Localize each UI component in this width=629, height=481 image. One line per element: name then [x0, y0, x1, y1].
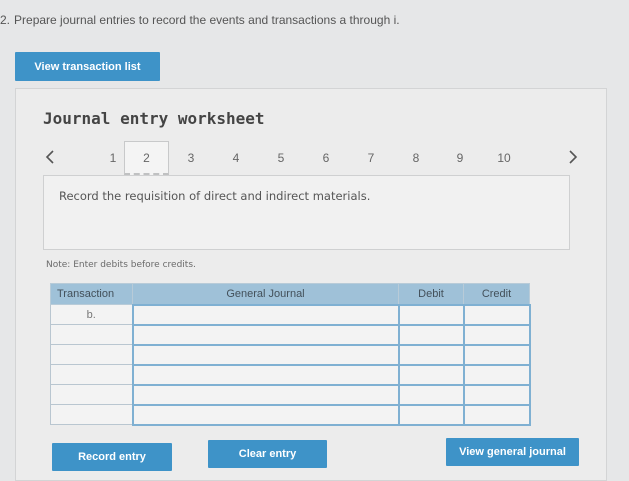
question-prompt: 2. Prepare journal entries to record the … — [0, 13, 400, 27]
question-number: 2. — [0, 13, 11, 27]
page-tab-2[interactable]: 2 — [124, 141, 169, 175]
debit-input[interactable] — [397, 383, 465, 406]
worksheet-title: Journal entry worksheet — [43, 109, 265, 128]
account-select[interactable] — [131, 343, 400, 366]
chevron-right-icon[interactable] — [565, 147, 581, 167]
debit-input[interactable] — [397, 323, 465, 346]
page-tab-4[interactable]: 4 — [211, 141, 261, 175]
table-row — [50, 363, 531, 386]
debit-input[interactable] — [397, 343, 465, 366]
page-tab-6[interactable]: 6 — [301, 141, 351, 175]
debit-input[interactable] — [397, 403, 465, 426]
view-transaction-list-button[interactable]: View transaction list — [15, 52, 160, 81]
debit-input[interactable] — [397, 303, 465, 326]
transaction-cell — [50, 324, 133, 345]
credit-input[interactable] — [462, 343, 531, 366]
table-row — [50, 323, 531, 346]
transaction-cell — [50, 384, 133, 405]
page-tab-7[interactable]: 7 — [346, 141, 396, 175]
account-select[interactable] — [131, 323, 400, 346]
view-general-journal-button[interactable]: View general journal — [446, 438, 579, 466]
table-header-row: Transaction General Journal Debit Credit — [50, 283, 530, 305]
table-row: b. — [50, 303, 531, 326]
table-row — [50, 383, 531, 406]
account-select[interactable] — [131, 403, 400, 426]
clear-entry-button[interactable]: Clear entry — [208, 440, 327, 468]
credit-input[interactable] — [462, 323, 531, 346]
page-tab-10[interactable]: 10 — [479, 141, 529, 175]
credit-input[interactable] — [462, 303, 531, 326]
page-tab-8[interactable]: 8 — [391, 141, 441, 175]
page-tab-3[interactable]: 3 — [166, 141, 216, 175]
transaction-cell: b. — [50, 304, 133, 325]
debits-note: Note: Enter debits before credits. — [46, 260, 196, 270]
question-text: Prepare journal entries to record the ev… — [14, 13, 400, 27]
credit-input[interactable] — [462, 363, 531, 386]
record-entry-button[interactable]: Record entry — [52, 443, 172, 471]
credit-input[interactable] — [462, 403, 531, 426]
page-tab-5[interactable]: 5 — [256, 141, 306, 175]
journal-entry-worksheet-panel: Journal entry worksheet 1 2 3 4 5 6 7 8 … — [15, 88, 607, 481]
credit-input[interactable] — [462, 383, 531, 406]
transaction-cell — [50, 404, 133, 425]
transaction-column-header: Transaction — [50, 283, 133, 305]
account-select[interactable] — [131, 303, 400, 326]
transaction-cell — [50, 344, 133, 365]
chevron-left-icon[interactable] — [42, 147, 58, 167]
table-row — [50, 343, 531, 366]
instruction-box: Record the requisition of direct and ind… — [43, 175, 570, 250]
worksheet-pager: 1 2 3 4 5 6 7 8 9 10 — [16, 141, 608, 175]
debit-input[interactable] — [397, 363, 465, 386]
account-select[interactable] — [131, 363, 400, 386]
account-select[interactable] — [131, 383, 400, 406]
debit-column-header: Debit — [398, 283, 464, 305]
transaction-cell — [50, 364, 133, 385]
instruction-text: Record the requisition of direct and ind… — [59, 189, 371, 203]
general-journal-column-header: General Journal — [132, 283, 399, 305]
credit-column-header: Credit — [463, 283, 530, 305]
journal-entry-table: Transaction General Journal Debit Credit… — [50, 283, 531, 426]
table-row — [50, 403, 531, 426]
page-tab-9[interactable]: 9 — [435, 141, 485, 175]
